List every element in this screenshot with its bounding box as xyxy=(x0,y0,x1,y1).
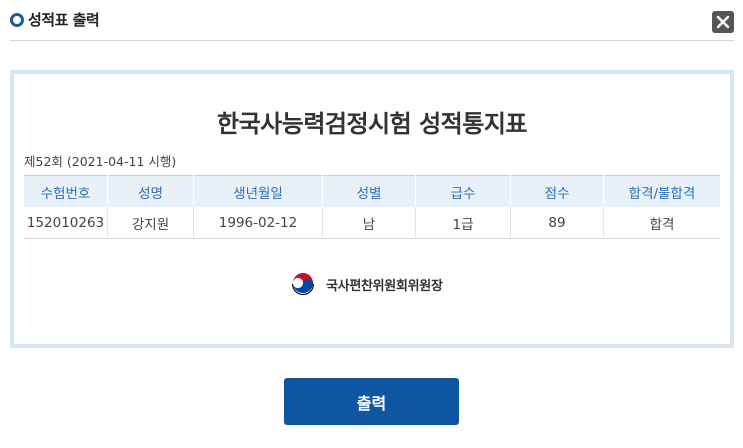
cell-grade: 1급 xyxy=(415,207,511,239)
dialog-title: 성적표 출력 xyxy=(28,11,100,29)
issuer-block: 국사편찬위원회위원장 xyxy=(290,271,443,297)
dialog-title-group: 성적표 출력 xyxy=(10,9,100,30)
cell-exam-number: 152010263 xyxy=(24,207,108,239)
cell-pass-fail: 합격 xyxy=(603,207,720,239)
print-button[interactable]: 출력 xyxy=(284,378,459,425)
results-table: 수험번호 성명 생년월일 성별 급수 점수 합격/불합격 152010263 강… xyxy=(24,175,720,239)
column-header-birthdate: 생년월일 xyxy=(193,175,323,207)
column-header-score: 점수 xyxy=(510,175,604,207)
column-header-pass-fail: 합격/불합격 xyxy=(603,175,720,207)
circle-bullet-icon xyxy=(10,12,24,27)
taegeuk-emblem-icon xyxy=(291,272,315,296)
report-card: 한국사능력검정시험 성적통지표 제52회 (2021-04-11 시행) 수험번… xyxy=(10,70,734,348)
dialog-header: 성적표 출력 xyxy=(0,0,743,40)
header-divider xyxy=(10,40,734,41)
document-title: 한국사능력검정시험 성적통지표 xyxy=(217,110,527,138)
column-header-gender: 성별 xyxy=(322,175,416,207)
cell-gender: 남 xyxy=(322,207,416,239)
cell-score: 89 xyxy=(510,207,604,239)
cell-name: 강지원 xyxy=(107,207,194,239)
exam-info: 제52회 (2021-04-11 시행) xyxy=(24,154,177,169)
table-header-row: 수험번호 성명 생년월일 성별 급수 점수 합격/불합격 xyxy=(24,175,720,207)
column-header-name: 성명 xyxy=(107,175,194,207)
close-button[interactable] xyxy=(712,11,734,33)
column-header-exam-number: 수험번호 xyxy=(24,175,108,207)
close-icon xyxy=(716,15,730,29)
issuer-name: 국사편찬위원회위원장 xyxy=(326,278,443,294)
column-header-grade: 급수 xyxy=(415,175,511,207)
cell-birthdate: 1996-02-12 xyxy=(193,207,323,239)
table-row: 152010263 강지원 1996-02-12 남 1급 89 합격 xyxy=(24,207,720,239)
